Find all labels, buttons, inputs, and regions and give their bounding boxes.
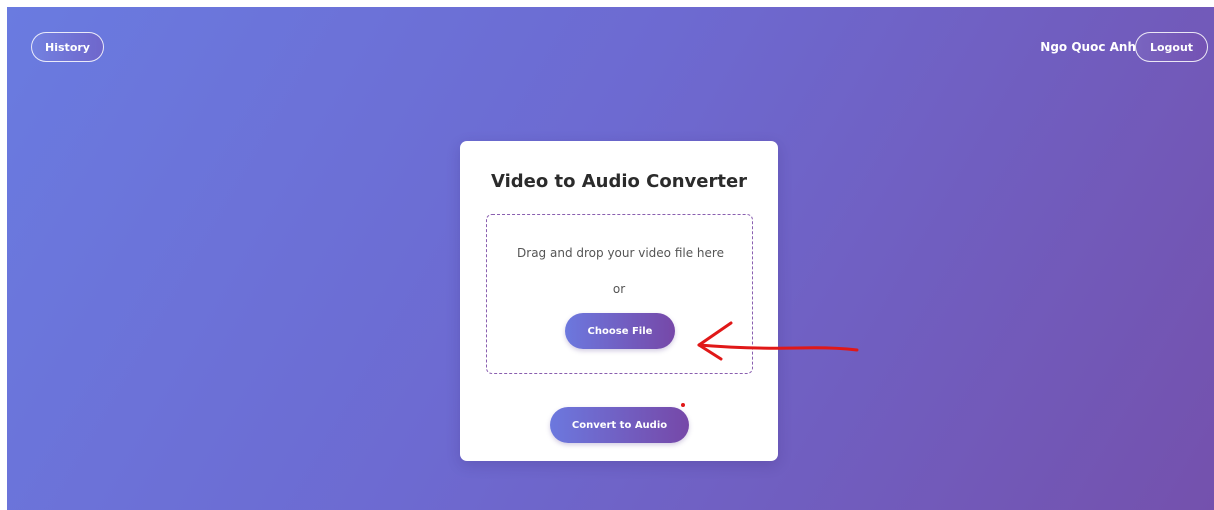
convert-to-audio-button[interactable]: Convert to Audio bbox=[550, 407, 689, 443]
page-title: Video to Audio Converter bbox=[490, 171, 748, 192]
user-name: Ngo Quoc Anh bbox=[1040, 40, 1136, 54]
logout-button[interactable]: Logout bbox=[1135, 32, 1208, 62]
or-separator: or bbox=[612, 282, 626, 296]
converter-card: Video to Audio Converter Drag and drop y… bbox=[460, 141, 778, 461]
app-background: History Ngo Quoc Anh Logout Video to Aud… bbox=[7, 7, 1214, 510]
choose-file-button[interactable]: Choose File bbox=[565, 313, 675, 349]
drop-instructions: Drag and drop your video file here bbox=[517, 246, 724, 260]
history-button[interactable]: History bbox=[31, 32, 104, 62]
file-dropzone[interactable]: Drag and drop your video file here or Ch… bbox=[486, 214, 753, 374]
